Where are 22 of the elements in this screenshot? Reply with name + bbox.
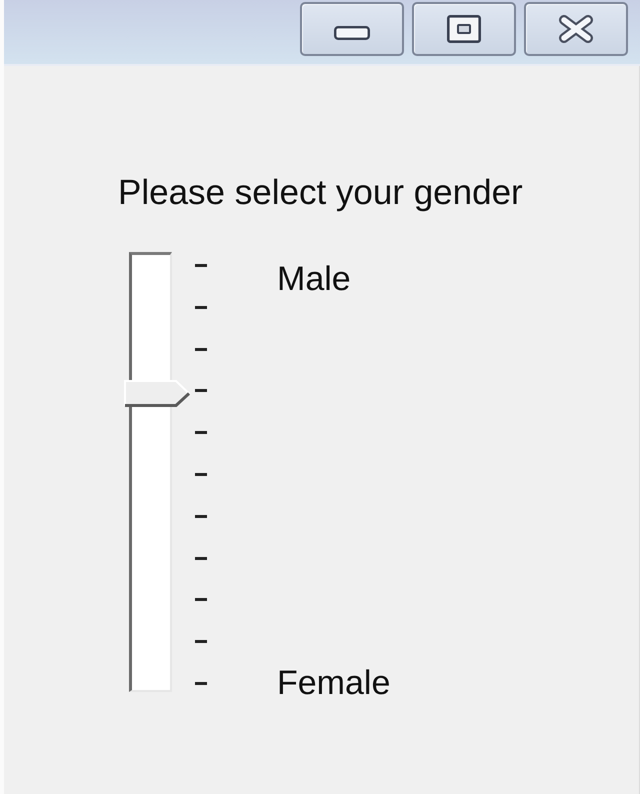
tick-mark	[195, 682, 207, 685]
minimize-button[interactable]	[300, 2, 404, 56]
slider-track[interactable]	[124, 252, 190, 692]
prompt-text: Please select your gender	[118, 174, 523, 212]
tick-mark	[195, 514, 207, 518]
close-icon	[558, 15, 594, 43]
maximize-icon	[447, 15, 481, 43]
tick-mark	[195, 598, 207, 602]
tick-mark	[195, 472, 207, 476]
close-button[interactable]	[524, 2, 628, 56]
slider-thumb[interactable]	[124, 380, 190, 407]
slider-label: Female	[277, 664, 390, 702]
tick-mark	[195, 556, 207, 560]
tick-mark	[195, 431, 207, 434]
maximize-button[interactable]	[412, 2, 516, 56]
minimize-icon	[334, 26, 370, 40]
slider-label: Male	[277, 260, 351, 298]
tick-mark	[195, 306, 207, 309]
tick-mark	[195, 640, 207, 644]
tick-mark	[195, 348, 207, 351]
tick-mark	[195, 264, 207, 267]
tick-mark	[195, 389, 207, 392]
